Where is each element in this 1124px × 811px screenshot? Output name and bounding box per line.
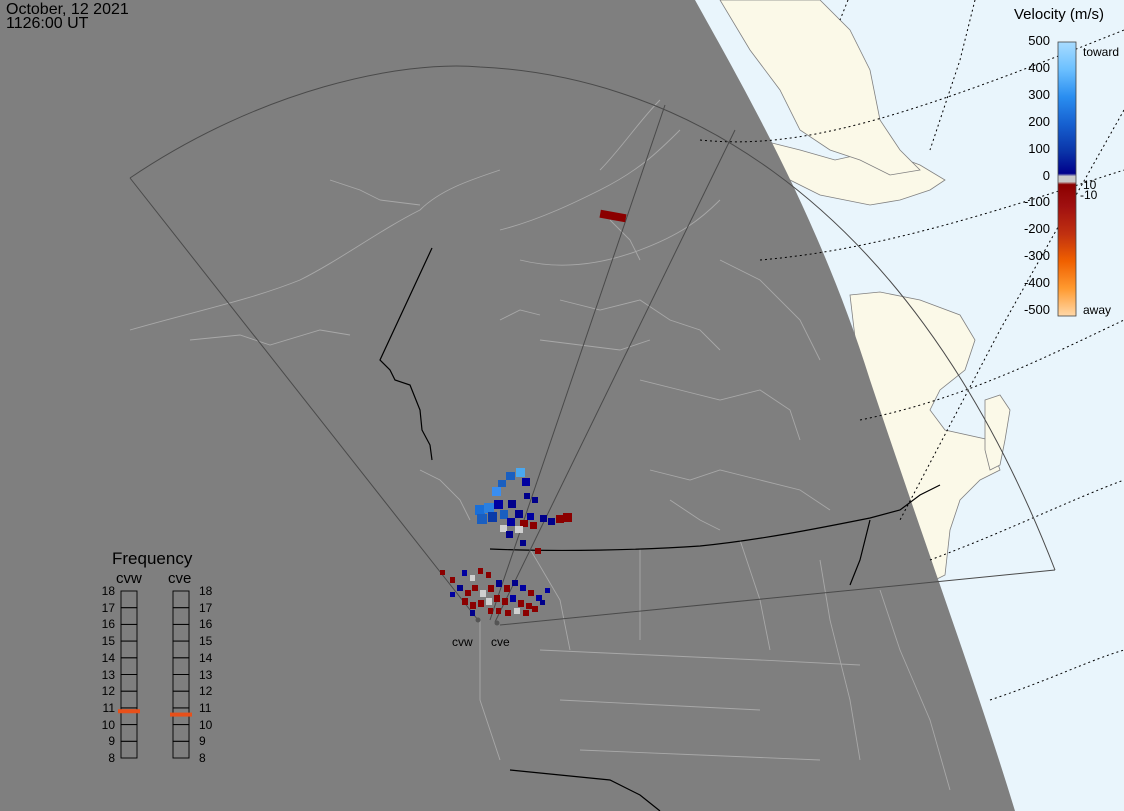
radar-label-cve: cve [491,635,510,649]
frequency-tick: 15 [199,634,213,649]
colorbar-inner-minus: -10 [1080,188,1098,202]
frequency-tick: 16 [199,617,213,632]
radar-label-cvw: cvw [452,635,473,649]
frequency-tick: 12 [199,684,213,699]
frequency-tick: 16 [101,617,115,632]
frequency-tick: 11 [102,700,115,715]
frequency-tick: 18 [101,584,115,598]
frequency-tick: 10 [101,717,115,732]
frequency-tick: 14 [101,650,115,665]
colorbar-tick: 200 [1028,113,1050,129]
frequency-tick: 11 [199,700,212,715]
frequency-tick: 10 [199,717,213,732]
frequency-tick: 9 [199,734,206,749]
colorbar-away-label: away [1083,303,1112,317]
colorbar-tick: -500 [1023,302,1050,317]
colorbar-tick: 100 [1028,140,1050,156]
frequency-tick: 9 [108,734,115,749]
frequency-tick: 12 [101,684,115,699]
colorbar-tick: -400 [1023,275,1050,291]
frequency-tick: 8 [108,751,115,765]
frequency-tick: 18 [199,584,213,598]
frequency-tick: 14 [199,650,213,665]
colorbar-tick: -200 [1023,221,1050,237]
colorbar-tick: -300 [1023,248,1050,264]
frequency-tick: 15 [101,634,115,649]
frequency-tick: 13 [199,667,213,682]
map-canvas [0,0,1124,811]
colorbar-tick: -100 [1023,194,1050,210]
frequency-title: Frequency [112,549,193,568]
radar-site-cvw [475,617,481,623]
frequency-tick: 13 [101,667,115,682]
frequency-tick: 17 [101,600,115,615]
frequency-tick: 8 [199,751,206,765]
colorbar-toward-label: toward [1083,45,1120,59]
colorbar-tick: 300 [1028,86,1050,102]
frequency-tick: 17 [199,600,213,615]
map-figure: October, 12 2021 1126:00 UT Velocity (m/… [0,0,1124,811]
frequency-radar-east-label: cve [168,570,192,587]
colorbar-tick: 500 [1028,33,1050,48]
colorbar-title: Velocity (m/s) [1014,6,1105,23]
time-label: 1126:00 UT [6,15,89,32]
frequency-radar-west-label: cvw [116,570,142,587]
colorbar-tick: 400 [1028,59,1050,75]
radar-site-cve [494,620,500,626]
colorbar-tick: 0 [1042,167,1050,183]
